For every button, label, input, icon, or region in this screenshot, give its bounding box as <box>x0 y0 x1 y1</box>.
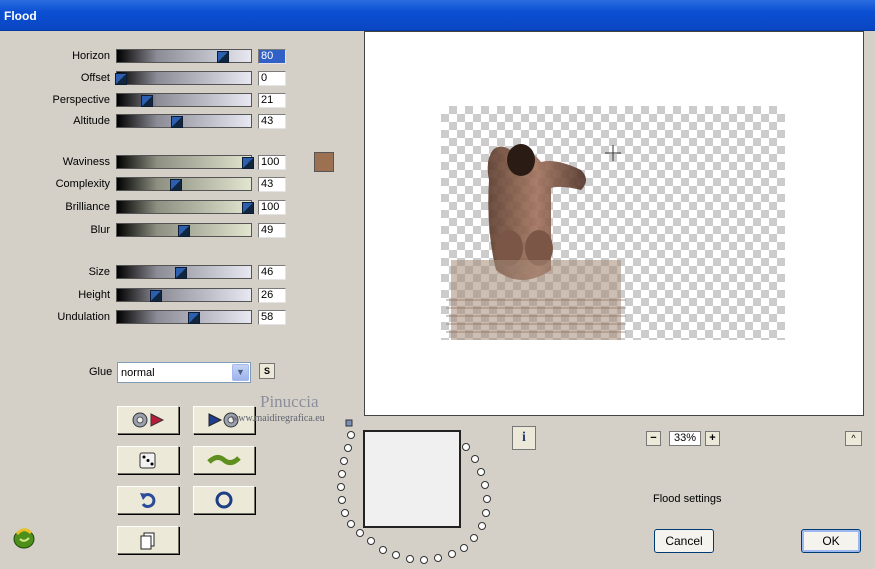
value-field-perspective[interactable]: 21 <box>258 93 286 108</box>
slider-thumb[interactable] <box>169 179 182 191</box>
slider-thumb[interactable] <box>216 51 229 63</box>
slider-track-offset[interactable] <box>114 71 252 85</box>
value-field-size[interactable]: 46 <box>258 265 286 280</box>
chevron-down-icon[interactable]: ▼ <box>232 364 249 381</box>
cancel-button[interactable]: Cancel <box>654 529 714 553</box>
slider-thumb[interactable] <box>241 157 254 169</box>
ok-button[interactable]: OK <box>801 529 861 553</box>
slider-label-perspective: Perspective <box>52 94 110 106</box>
slider-thumb[interactable] <box>114 73 127 85</box>
slider-label-horizon: Horizon <box>72 50 110 62</box>
slider-track-height[interactable] <box>116 288 252 302</box>
zoom-in-button[interactable]: + <box>705 431 720 446</box>
copy-icon <box>140 532 155 550</box>
value-field-complexity[interactable]: 43 <box>258 177 286 192</box>
randomize-button[interactable] <box>117 446 179 474</box>
zoom-out-button[interactable]: − <box>646 431 661 446</box>
slider-label-blur: Blur <box>90 224 110 236</box>
info-button[interactable]: i <box>512 426 536 450</box>
zoom-level: 33% <box>669 431 701 446</box>
value-field-waviness[interactable]: 100 <box>258 155 286 170</box>
reset-icon <box>215 491 233 509</box>
slider-label-size: Size <box>88 266 110 278</box>
slider-track-perspective[interactable] <box>116 93 252 107</box>
slider-label-offset: Offset <box>80 72 110 84</box>
settings-label: Flood settings <box>653 493 722 505</box>
dice-icon <box>139 452 156 469</box>
slider-track-altitude[interactable] <box>116 114 252 128</box>
slider-label-waviness: Waviness <box>62 156 110 168</box>
slider-label-brilliance: Brilliance <box>65 201 110 213</box>
title-bar: Flood <box>0 0 875 31</box>
slider-thumb[interactable] <box>241 202 254 214</box>
slider-thumb[interactable] <box>141 95 154 107</box>
slider-track-brilliance[interactable] <box>116 200 254 214</box>
slider-track-complexity[interactable] <box>116 177 252 191</box>
value-field-height[interactable]: 26 <box>258 288 286 303</box>
slider-label-altitude: Altitude <box>73 115 110 127</box>
glue-select[interactable]: normal ▼ <box>117 362 251 383</box>
copy-button[interactable] <box>117 526 179 554</box>
watermark-name: Pinuccia <box>260 392 319 411</box>
slider-label-undulation: Undulation <box>57 311 110 323</box>
preview-image <box>446 144 626 340</box>
slider-label-complexity: Complexity <box>55 178 110 190</box>
slider-track-blur[interactable] <box>116 223 252 237</box>
value-field-brilliance[interactable]: 100 <box>258 200 286 215</box>
value-field-altitude[interactable]: 43 <box>258 114 286 129</box>
slider-thumb[interactable] <box>149 290 162 302</box>
value-field-offset[interactable]: 0 <box>258 71 286 86</box>
slider-label-height: Height <box>78 289 110 301</box>
slider-thumb[interactable] <box>188 312 201 324</box>
undo-icon <box>140 493 156 509</box>
slider-track-undulation[interactable] <box>116 310 252 324</box>
window-title: Flood <box>4 9 37 23</box>
wave-icon <box>207 454 241 466</box>
slider-thumb[interactable] <box>174 267 187 279</box>
navigator-preview[interactable] <box>363 430 461 528</box>
randomize-forward-icon <box>132 412 165 428</box>
wave-button[interactable] <box>193 446 255 474</box>
slider-track-size[interactable] <box>116 265 252 279</box>
slider-track-waviness[interactable] <box>116 155 254 169</box>
value-field-undulation[interactable]: 58 <box>258 310 286 325</box>
glue-value: normal <box>121 367 155 379</box>
glue-s-button[interactable]: S <box>259 363 275 379</box>
value-field-blur[interactable]: 49 <box>258 223 286 238</box>
watermark-url: www.maidiregrafica.eu <box>231 413 325 424</box>
color-swatch[interactable] <box>314 152 334 172</box>
value-field-horizon[interactable]: 80 <box>258 49 286 64</box>
slider-thumb[interactable] <box>170 116 183 128</box>
slider-track-horizon[interactable] <box>116 49 252 63</box>
crosshair-icon <box>605 145 621 161</box>
reset-button[interactable] <box>193 486 255 514</box>
collapse-button[interactable]: ^ <box>845 431 862 446</box>
undo-button[interactable] <box>117 486 179 514</box>
app-logo-icon <box>13 528 35 549</box>
glue-label: Glue <box>89 366 113 378</box>
slider-thumb[interactable] <box>177 225 190 237</box>
randomize-forward-button[interactable] <box>117 406 179 434</box>
